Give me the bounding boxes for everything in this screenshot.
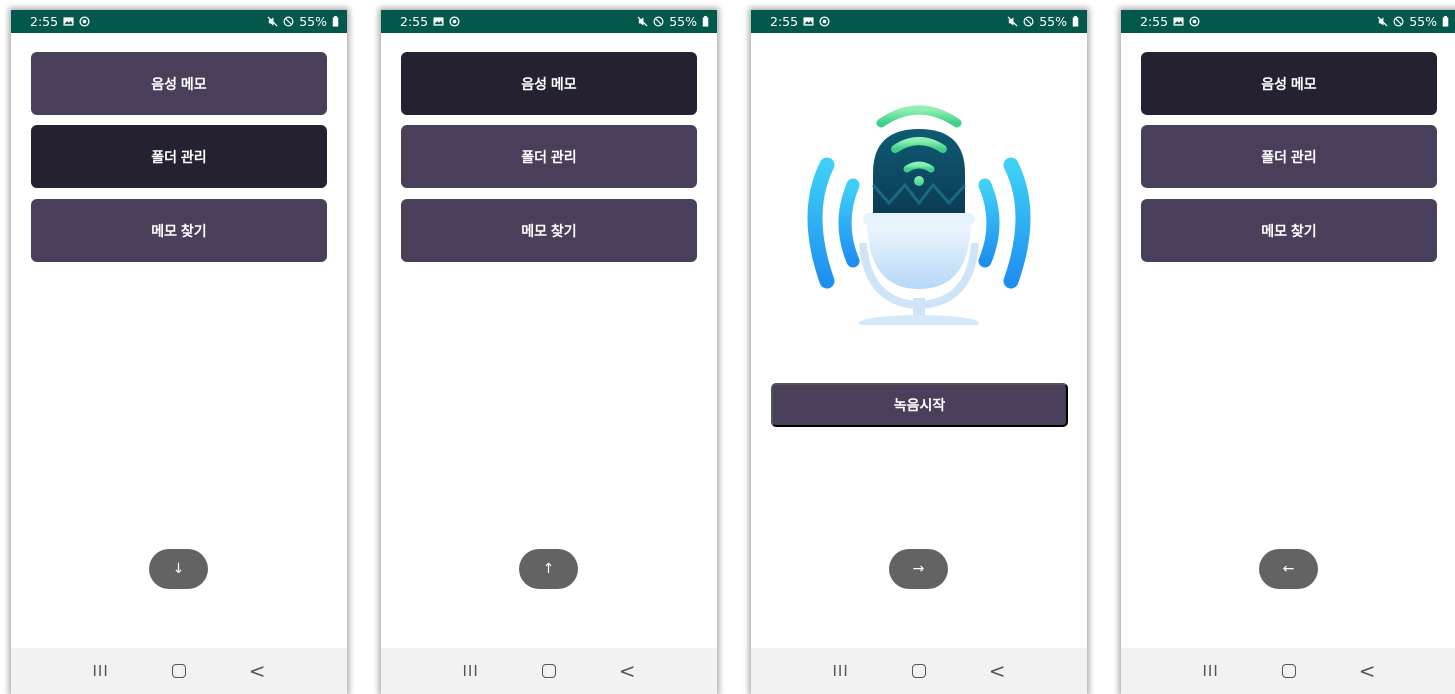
voice-memo-button[interactable]: 음성 메모 xyxy=(1141,52,1437,115)
home-icon[interactable] xyxy=(171,664,186,678)
phone-screen-4: 2:55 55% 음성 메모 폴더 관리 메모 찾기 ← III < xyxy=(1121,10,1455,694)
screen-content: 녹음시작 → xyxy=(751,33,1087,648)
status-time: 2:55 xyxy=(770,14,799,29)
voice-memo-button[interactable]: 음성 메모 xyxy=(31,52,327,115)
status-time: 2:55 xyxy=(400,14,429,29)
folder-manage-button[interactable]: 폴더 관리 xyxy=(1141,125,1437,188)
status-bar: 2:55 55% xyxy=(11,10,347,33)
back-icon[interactable]: < xyxy=(989,661,1006,681)
screen-content: 음성 메모 폴더 관리 메모 찾기 ↑ xyxy=(381,33,717,648)
dnd-icon xyxy=(653,16,664,27)
phone-screen-2: 2:55 55% 음성 메모 폴더 관리 메모 찾기 ↑ III < xyxy=(381,10,717,694)
gallery-icon xyxy=(63,17,74,26)
mute-icon xyxy=(1377,16,1388,27)
status-bar: 2:55 55% xyxy=(1121,10,1455,33)
recents-icon[interactable]: III xyxy=(92,662,108,680)
home-icon[interactable] xyxy=(1281,664,1296,678)
battery-percent: 55% xyxy=(669,14,697,29)
nav-fab-left[interactable]: ← xyxy=(1259,549,1318,589)
dnd-icon xyxy=(283,16,294,27)
home-icon[interactable] xyxy=(541,664,556,678)
sync-icon xyxy=(79,16,90,27)
recents-icon[interactable]: III xyxy=(462,662,478,680)
battery-percent: 55% xyxy=(299,14,327,29)
search-memo-button[interactable]: 메모 찾기 xyxy=(1141,199,1437,262)
screen-content: 음성 메모 폴더 관리 메모 찾기 ↓ xyxy=(11,33,347,648)
home-icon[interactable] xyxy=(911,664,926,678)
mute-icon xyxy=(1007,16,1018,27)
recents-icon[interactable]: III xyxy=(832,662,848,680)
recents-icon[interactable]: III xyxy=(1202,662,1218,680)
dnd-icon xyxy=(1393,16,1404,27)
battery-icon xyxy=(702,16,709,27)
system-nav-bar: III < xyxy=(1121,648,1455,694)
mute-icon xyxy=(637,16,648,27)
sync-icon xyxy=(819,16,830,27)
gallery-icon xyxy=(1173,17,1184,26)
search-memo-button[interactable]: 메모 찾기 xyxy=(401,199,697,262)
gallery-icon xyxy=(433,17,444,26)
voice-memo-button[interactable]: 음성 메모 xyxy=(401,52,697,115)
sync-icon xyxy=(449,16,460,27)
battery-percent: 55% xyxy=(1409,14,1437,29)
screen-content: 음성 메모 폴더 관리 메모 찾기 ← xyxy=(1121,33,1455,648)
dnd-icon xyxy=(1023,16,1034,27)
system-nav-bar: III < xyxy=(751,648,1087,694)
battery-icon xyxy=(332,16,339,27)
sync-icon xyxy=(1189,16,1200,27)
battery-icon xyxy=(1442,16,1449,27)
folder-manage-button[interactable]: 폴더 관리 xyxy=(31,125,327,188)
back-icon[interactable]: < xyxy=(1359,661,1376,681)
system-nav-bar: III < xyxy=(381,648,717,694)
microphone-icon xyxy=(807,105,1031,325)
phone-screen-1: 2:55 55% 음성 메모 폴더 관리 메모 찾기 ↓ III < xyxy=(11,10,347,694)
record-start-button[interactable]: 녹음시작 xyxy=(771,383,1068,427)
status-bar: 2:55 55% xyxy=(751,10,1087,33)
status-time: 2:55 xyxy=(1140,14,1169,29)
gallery-icon xyxy=(803,17,814,26)
search-memo-button[interactable]: 메모 찾기 xyxy=(31,199,327,262)
status-bar: 2:55 55% xyxy=(381,10,717,33)
nav-fab-up[interactable]: ↑ xyxy=(519,549,578,589)
nav-fab-down[interactable]: ↓ xyxy=(149,549,208,589)
mute-icon xyxy=(267,16,278,27)
battery-icon xyxy=(1072,16,1079,27)
back-icon[interactable]: < xyxy=(249,661,266,681)
battery-percent: 55% xyxy=(1039,14,1067,29)
status-time: 2:55 xyxy=(30,14,59,29)
folder-manage-button[interactable]: 폴더 관리 xyxy=(401,125,697,188)
back-icon[interactable]: < xyxy=(619,661,636,681)
phone-screen-3: 2:55 55% 녹음시작 → III < xyxy=(751,10,1087,694)
nav-fab-right[interactable]: → xyxy=(889,549,948,589)
stage: 2:55 55% 음성 메모 폴더 관리 메모 찾기 ↓ III < 2:55 … xyxy=(0,0,1455,694)
system-nav-bar: III < xyxy=(11,648,347,694)
